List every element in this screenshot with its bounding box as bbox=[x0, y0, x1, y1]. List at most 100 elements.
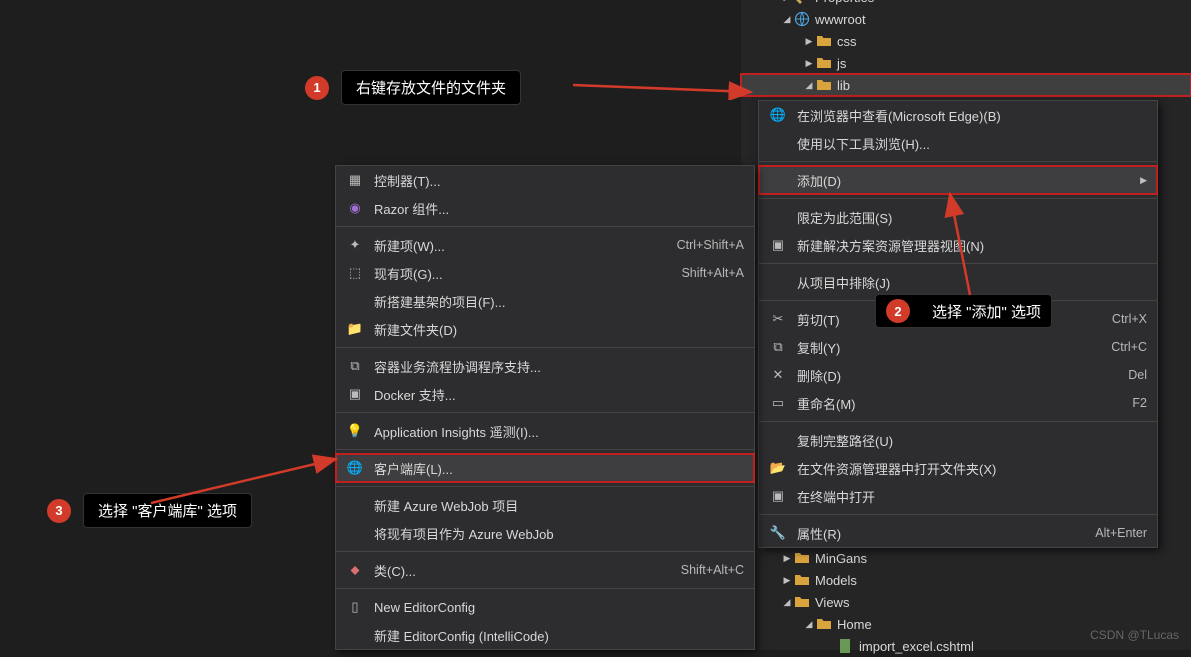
annotation-label: 选择 "客户端库" 选项 bbox=[83, 493, 252, 528]
tree-label: Models bbox=[815, 573, 857, 588]
menu-rename[interactable]: ▭ 重命名(M) F2 bbox=[759, 389, 1157, 417]
annotation-3: 3 选择 "客户端库" 选项 bbox=[47, 493, 252, 528]
menu-scope[interactable]: 限定为此范围(S) bbox=[759, 203, 1157, 231]
submenu-razor[interactable]: ◉ Razor 组件... bbox=[336, 194, 754, 222]
cshtml-file-icon bbox=[837, 638, 855, 654]
tree-label: Properties bbox=[815, 0, 874, 5]
menu-separator bbox=[759, 421, 1157, 422]
menu-new-sln-view[interactable]: ▣ 新建解决方案资源管理器视图(N) bbox=[759, 231, 1157, 259]
annotation-1: 1 右键存放文件的文件夹 bbox=[305, 70, 521, 105]
submenu-controller[interactable]: ▦ 控制器(T)... bbox=[336, 166, 754, 194]
tree-label: MinGans bbox=[815, 551, 867, 566]
submenu-editorconfig[interactable]: ▯ New EditorConfig bbox=[336, 593, 754, 621]
new-folder-icon: 📁 bbox=[344, 321, 366, 337]
chevron-down-icon: ◢ bbox=[781, 597, 793, 608]
menu-exclude[interactable]: 从项目中排除(J) bbox=[759, 268, 1157, 296]
existing-item-icon: ⬚ bbox=[344, 265, 366, 281]
annotation-label: 右键存放文件的文件夹 bbox=[341, 70, 521, 105]
chevron-right-icon: ▶ bbox=[803, 36, 815, 47]
globe-icon: 🌐 bbox=[344, 460, 366, 476]
scissors-icon: ✂ bbox=[767, 311, 789, 327]
menu-copy[interactable]: ⧉ 复制(Y) Ctrl+C bbox=[759, 333, 1157, 361]
tree-label: wwwroot bbox=[815, 12, 866, 27]
menu-separator bbox=[759, 198, 1157, 199]
menu-separator bbox=[336, 588, 754, 589]
chevron-down-icon: ◢ bbox=[803, 80, 815, 91]
submenu-existing-item[interactable]: ⬚ 现有项(G)... Shift+Alt+A bbox=[336, 259, 754, 287]
add-submenu: ▦ 控制器(T)... ◉ Razor 组件... ✦ 新建项(W)... Ct… bbox=[335, 165, 755, 650]
tree-item-css[interactable]: ▶ css bbox=[741, 30, 1191, 52]
submenu-existing-azure[interactable]: 将现有项目作为 Azure WebJob bbox=[336, 519, 754, 547]
menu-add[interactable]: 添加(D) ▶ bbox=[759, 166, 1157, 194]
submenu-scaffold[interactable]: 新搭建基架的项目(F)... bbox=[336, 287, 754, 315]
folder-icon bbox=[793, 550, 811, 566]
wrench-icon: 🔧 bbox=[767, 525, 789, 541]
tree-item-properties[interactable]: ▶ Properties bbox=[741, 0, 1191, 8]
badge-2: 2 bbox=[886, 299, 910, 323]
arrow-1 bbox=[573, 70, 763, 100]
menu-copy-path[interactable]: 复制完整路径(U) bbox=[759, 426, 1157, 454]
annotation-2: 2 选择 "添加" 选项 bbox=[875, 294, 1052, 328]
menu-separator bbox=[336, 486, 754, 487]
menu-separator bbox=[759, 161, 1157, 162]
menu-browse-with[interactable]: 使用以下工具浏览(H)... bbox=[759, 129, 1157, 157]
menu-separator bbox=[336, 551, 754, 552]
menu-separator bbox=[336, 449, 754, 450]
annotation-label: 选择 "添加" 选项 bbox=[932, 301, 1041, 322]
submenu-clientlib[interactable]: 🌐 客户端库(L)... bbox=[336, 454, 754, 482]
tree-item-models[interactable]: ▶ Models bbox=[741, 569, 1191, 591]
submenu-appinsights[interactable]: 💡 Application Insights 遥测(I)... bbox=[336, 417, 754, 445]
file-icon: ▯ bbox=[344, 599, 366, 615]
container-icon: ⧉ bbox=[344, 358, 366, 374]
submenu-new-folder[interactable]: 📁 新建文件夹(D) bbox=[336, 315, 754, 343]
tree-item-wwwroot[interactable]: ◢ wwwroot bbox=[741, 8, 1191, 30]
chevron-down-icon: ◢ bbox=[803, 619, 815, 630]
tree-item-lib[interactable]: ◢ lib bbox=[741, 74, 1191, 96]
menu-separator bbox=[336, 226, 754, 227]
folder-icon bbox=[815, 77, 833, 93]
folder-open-icon: 📂 bbox=[767, 460, 789, 476]
window-icon: ▣ bbox=[767, 237, 789, 253]
menu-view-in-browser[interactable]: 🌐 在浏览器中查看(Microsoft Edge)(B) bbox=[759, 101, 1157, 129]
chevron-right-icon: ▶ bbox=[1140, 175, 1147, 186]
tree-item-views[interactable]: ◢ Views bbox=[741, 591, 1191, 613]
wrench-icon bbox=[793, 0, 811, 5]
docker-icon: ▣ bbox=[344, 386, 366, 402]
watermark: CSDN @TLucas bbox=[1090, 628, 1179, 642]
menu-open-explorer[interactable]: 📂 在文件资源管理器中打开文件夹(X) bbox=[759, 454, 1157, 482]
submenu-new-azure[interactable]: 新建 Azure WebJob 项目 bbox=[336, 491, 754, 519]
class-icon: ⬥ bbox=[344, 562, 366, 578]
copy-icon: ⧉ bbox=[767, 339, 789, 355]
menu-separator bbox=[759, 514, 1157, 515]
chevron-right-icon: ▶ bbox=[803, 58, 815, 69]
lightbulb-icon: 💡 bbox=[344, 423, 366, 439]
menu-delete[interactable]: ✕ 删除(D) Del bbox=[759, 361, 1157, 389]
tree-label: Views bbox=[815, 595, 849, 610]
chevron-down-icon: ◢ bbox=[781, 14, 793, 25]
folder-icon bbox=[815, 616, 833, 632]
submenu-new-item[interactable]: ✦ 新建项(W)... Ctrl+Shift+A bbox=[336, 231, 754, 259]
badge-3: 3 bbox=[47, 499, 71, 523]
tree-label: lib bbox=[837, 78, 850, 93]
menu-open-terminal[interactable]: ▣ 在终端中打开 bbox=[759, 482, 1157, 510]
delete-icon: ✕ bbox=[767, 367, 789, 383]
chevron-right-icon: ▶ bbox=[781, 575, 793, 586]
submenu-class[interactable]: ⬥ 类(C)... Shift+Alt+C bbox=[336, 556, 754, 584]
menu-properties[interactable]: 🔧 属性(R) Alt+Enter bbox=[759, 519, 1157, 547]
submenu-docker[interactable]: ▣ Docker 支持... bbox=[336, 380, 754, 408]
new-item-icon: ✦ bbox=[344, 237, 366, 253]
tree-label: css bbox=[837, 34, 857, 49]
folder-icon bbox=[815, 33, 833, 49]
folder-icon bbox=[815, 55, 833, 71]
tree-item-js[interactable]: ▶ js bbox=[741, 52, 1191, 74]
chevron-right-icon: ▶ bbox=[781, 553, 793, 564]
submenu-intellicode[interactable]: 新建 EditorConfig (IntelliCode) bbox=[336, 621, 754, 649]
submenu-container[interactable]: ⧉ 容器业务流程协调程序支持... bbox=[336, 352, 754, 380]
browser-icon: 🌐 bbox=[767, 107, 789, 123]
tree-item-mingans[interactable]: ▶ MinGans bbox=[741, 547, 1191, 569]
tree-label: Home bbox=[837, 617, 872, 632]
menu-separator bbox=[336, 412, 754, 413]
badge-1: 1 bbox=[305, 76, 329, 100]
tree-label: js bbox=[837, 56, 846, 71]
razor-icon: ◉ bbox=[344, 200, 366, 216]
